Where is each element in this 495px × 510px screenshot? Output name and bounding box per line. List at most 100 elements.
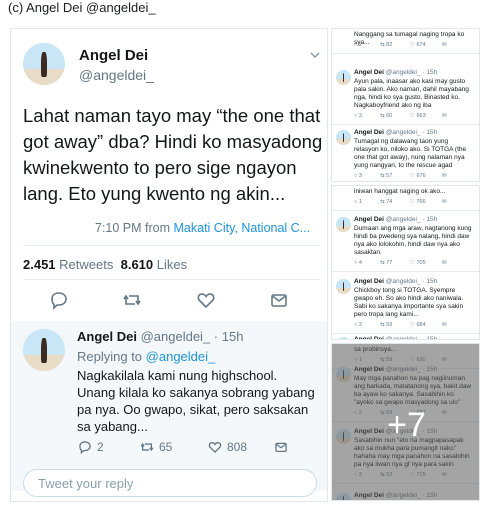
thumb-author-name: Angel Dei [354, 278, 384, 285]
divider [332, 271, 479, 272]
thumb-tweet-actions: ○ 3 ⇆ 57 ♡ 676 ✉ [354, 173, 472, 180]
replying-to: Replying to @angeldei_ [77, 349, 215, 364]
thumb-handle-time: @angeldei_ · 15h [383, 278, 438, 285]
thumb-retweet-count: ⇆ 59 [380, 322, 393, 328]
reply-retweet-button[interactable]: 65 [139, 439, 172, 455]
thumb-handle-time: @angeldei_ · 15h [383, 69, 438, 76]
thumb-retweet-count: ⇆ 77 [380, 260, 393, 266]
main-tweet-panel: Angel Dei @angeldei_ Lahat naman tayo ma… [10, 28, 328, 502]
thumb-tweet-text: Dumaan ang mga araw, nagtanong kung hind… [354, 225, 472, 256]
tweet-location-link[interactable]: Makati City, National C... [174, 221, 311, 235]
message-icon: ✉ [442, 260, 447, 266]
avatar[interactable] [23, 43, 65, 85]
thread-thumbnail-3[interactable]: sa probinsya...○ 1⇆ 59♡ 630✉Angel Dei @a… [331, 343, 480, 501]
thread-thumbnail-2[interactable]: iniwan hanggat naging ok ako... ○ 1 ⇆ 74 ♡ … [331, 185, 480, 340]
thumb-author-name: Angel Dei [354, 336, 384, 340]
thumb-author-name: Angel Dei [354, 69, 384, 76]
retweet-icon[interactable] [121, 289, 143, 311]
reply-icon [79, 441, 91, 455]
thumb-tweet-header: Angel Dei @angeldei_ · 15h [354, 278, 437, 285]
thumb-like-count: ♡ 766 [410, 199, 426, 205]
thumb-author-name: Angel Dei [354, 129, 384, 136]
avatar[interactable] [336, 337, 351, 339]
avatar[interactable] [336, 279, 351, 294]
thumb-tweet-actions: ○ 4 ⇆ 77 ♡ 705 ✉ [354, 260, 472, 267]
thumb-reply-count: ○ 3 [354, 173, 362, 179]
chevron-down-icon[interactable] [309, 49, 321, 61]
avatar[interactable] [336, 70, 351, 85]
divider [332, 333, 479, 334]
message-icon [275, 442, 287, 453]
reply-compose-input[interactable]: Tweet your reply [23, 469, 317, 497]
message-icon: ✉ [442, 199, 447, 205]
message-icon[interactable] [268, 289, 290, 311]
divider [23, 245, 319, 246]
thumb-tweet-header: Angel Dei @angeldei_ · 15h [354, 336, 438, 340]
thumb-like-count: ♡ 663 [410, 113, 426, 119]
retweet-count[interactable]: 2.451 [23, 257, 56, 272]
author-name[interactable]: Angel Dei [79, 47, 148, 64]
reply-message-button[interactable] [273, 439, 289, 455]
message-icon: ✉ [442, 113, 447, 119]
thumb-retweet-count: ⇆ 74 [380, 199, 393, 205]
thumb-retweet-count: ⇆ 82 [380, 42, 393, 48]
like-icon[interactable] [195, 289, 217, 311]
message-icon: ✉ [442, 173, 447, 179]
reply-text: Nagkakilala kami nung highschool. Unang … [77, 368, 315, 434]
tweet-header: Angel Dei @angeldei_ [23, 43, 323, 91]
retweet-icon [140, 442, 154, 452]
reply-retweet-count: 65 [159, 440, 173, 454]
avatar[interactable] [23, 329, 65, 371]
thumb-tweet-actions: ○ 2 ⇆ 59 ♡ 684 ✉ [354, 322, 472, 329]
thumb-tweet-header: Angel Dei @angeldei_ · 15h [354, 69, 437, 76]
thumb-handle-time: @angeldei_ · 15h [383, 336, 438, 340]
avatar[interactable] [336, 217, 351, 232]
thumb-tweet-actions: ○ 3 ⇆ 60 ♡ 663 ✉ [354, 113, 472, 120]
like-count[interactable]: 8.610 [121, 257, 154, 272]
thumb-tweet-text: Tumagal ng dalawang taon yung relasyon k… [354, 138, 467, 169]
retweet-label[interactable]: Retweets [59, 257, 113, 272]
tweet-text: Lahat naman tayo may “the one that got a… [23, 105, 323, 204]
thumb-reply-count: ○ 3 [354, 113, 362, 119]
thumb-reply-count: ○ 2 [354, 42, 362, 48]
reply-reply-button[interactable]: 2 [77, 439, 104, 455]
thumb-handle-time: @angeldei_ · 15h [383, 129, 438, 136]
thumb-tweet-header: Angel Dei @angeldei_ · 15h [354, 216, 437, 223]
tweet-stats: 2.451 Retweets 8.610 Likes [23, 257, 187, 272]
reply-handle-time: @angeldei_ · 15h [140, 329, 244, 344]
avatar[interactable] [336, 130, 351, 145]
thumb-like-count: ♡ 684 [410, 322, 426, 328]
author-handle[interactable]: @angeldei_ [79, 67, 154, 83]
thumb-tweet-actions: ○ 1 ⇆ 74 ♡ 766 ✉ [354, 199, 472, 206]
message-icon: ✉ [442, 322, 447, 328]
tweet-timestamp: 7:10 PM from Makati City, National C... [95, 221, 310, 235]
like-label[interactable]: Likes [157, 257, 187, 272]
thumb-reply-count: ○ 2 [354, 322, 362, 328]
tweet-actions [11, 289, 327, 313]
reply-tweet[interactable]: Angel Dei @angeldei_ · 15h Replying to @… [11, 321, 327, 491]
divider [332, 124, 479, 125]
reply-author-name[interactable]: Angel Dei [77, 329, 137, 344]
thumb-author-name: Angel Dei [354, 216, 384, 223]
thumb-retweet-count: ⇆ 60 [380, 113, 393, 119]
thumb-like-count: ♡ 674 [410, 42, 426, 48]
reply-like-count: 808 [227, 440, 248, 454]
replying-to-handle[interactable]: @angeldei_ [146, 349, 216, 364]
reply-actions: 2 65 808 [77, 439, 307, 457]
thumb-reply-count: ○ 4 [354, 260, 362, 266]
divider [23, 279, 319, 280]
thumb-tweet-text: iniwan hanggat naging ok ako... [354, 188, 446, 195]
reply-reply-count: 2 [97, 440, 104, 454]
reply-like-button[interactable]: 808 [207, 439, 247, 455]
reply-icon[interactable] [48, 289, 70, 311]
more-images-count[interactable]: +7 [332, 406, 479, 445]
thumb-tweet-text: Chickboy tong si TOTGA. Syempre gwapo eh… [354, 287, 464, 318]
message-icon: ✉ [442, 42, 447, 48]
thumb-like-count: ♡ 676 [410, 173, 426, 179]
thumb-tweet-actions: ○ 2 ⇆ 82 ♡ 674 ✉ [354, 42, 472, 49]
divider [332, 53, 479, 54]
thumb-retweet-count: ⇆ 57 [380, 173, 393, 179]
thread-thumbnail-1[interactable]: Nanggang sa tumagal naging tropa ko sya.… [331, 28, 480, 182]
reply-header: Angel Dei @angeldei_ · 15h [77, 329, 243, 344]
thumb-handle-time: @angeldei_ · 15h [383, 216, 438, 223]
